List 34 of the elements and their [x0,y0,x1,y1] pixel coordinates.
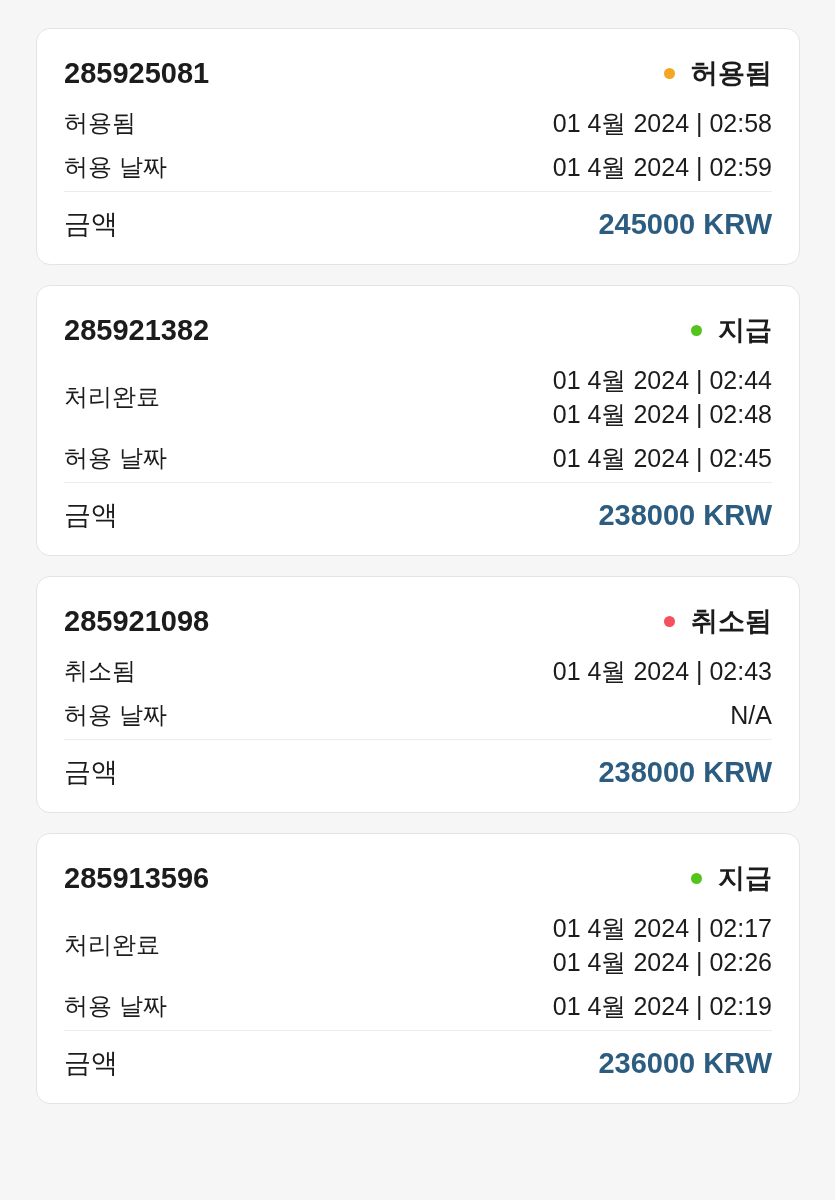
order-number: 285921098 [64,604,210,638]
status-label: 취소됨 [691,605,772,638]
amount-value: 236000 KRW [598,1046,772,1081]
amount-value: 245000 KRW [598,207,772,242]
row-label: 허용 날짜 [64,700,167,730]
date-value: 01 4월 2024 | 02:43 [552,656,772,687]
row-label: 허용 날짜 [64,152,167,182]
amount-label: 금액 [64,208,118,241]
order-number: 285925081 [64,56,210,90]
row-label: 처리완료 [64,930,160,960]
amount-label: 금액 [64,1047,118,1080]
row-label: 처리완료 [64,382,160,412]
date-value: 01 4월 2024 | 02:19 [552,991,772,1022]
date-value: N/A [730,700,772,731]
amount-value: 238000 KRW [598,498,772,533]
date-value: 01 4월 2024 | 02:59 [552,152,772,183]
row-label: 허용됨 [64,108,136,138]
row-label: 허용 날짜 [64,443,167,473]
status-label: 지급 [718,314,772,347]
date-value: 01 4월 2024 | 02:48 [552,399,772,430]
order-number: 285921382 [64,313,210,347]
row-label: 취소됨 [64,656,136,686]
amount-label: 금액 [64,499,118,532]
date-value: 01 4월 2024 | 02:44 [552,365,772,396]
date-value: 01 4월 2024 | 02:26 [552,947,772,978]
status-label: 허용됨 [691,57,772,90]
row-label: 허용 날짜 [64,991,167,1021]
amount-value: 238000 KRW [598,755,772,790]
date-value: 01 4월 2024 | 02:45 [552,443,772,474]
date-value: 01 4월 2024 | 02:58 [552,108,772,139]
status-label: 지급 [718,862,772,895]
date-value: 01 4월 2024 | 02:17 [552,913,772,944]
amount-label: 금액 [64,756,118,789]
order-number: 285913596 [64,861,210,895]
